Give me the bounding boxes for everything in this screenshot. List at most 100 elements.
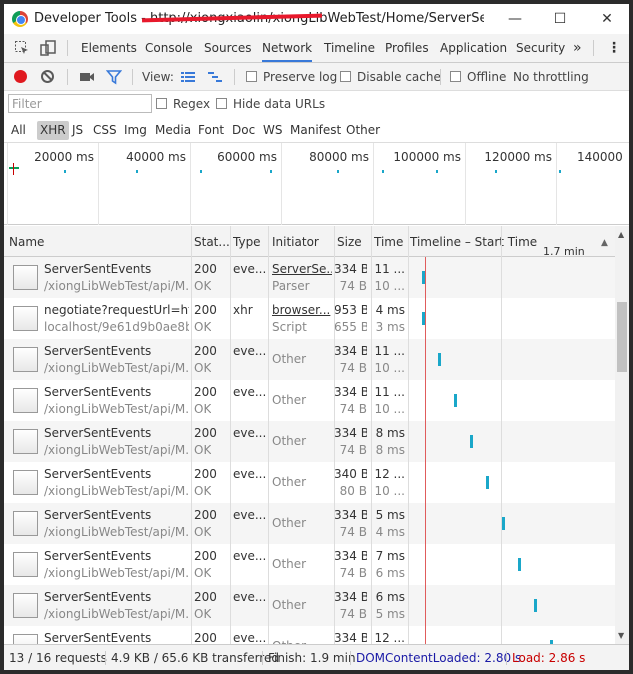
preserve-log-checkbox[interactable] (246, 71, 257, 82)
status-text: OK (194, 566, 212, 580)
size-content: 74 B (339, 402, 367, 416)
size-transferred: 334 B (334, 426, 367, 440)
table-row[interactable]: ServerSentEvents/xiongLibWebTest/api/M..… (4, 421, 615, 462)
status-code: 200 (194, 508, 217, 522)
type-font[interactable]: Font (195, 121, 227, 140)
type-img[interactable]: Img (121, 121, 150, 140)
request-type: eve... (233, 426, 266, 440)
clear-button[interactable] (41, 70, 54, 83)
column-header-size[interactable]: Size (337, 235, 362, 249)
type-all[interactable]: All (8, 121, 29, 140)
column-header-type[interactable]: Type (233, 235, 261, 249)
large-rows-icon[interactable] (180, 69, 196, 85)
table-row[interactable]: ServerSentEvents/xiongLibWebTest/api/M..… (4, 380, 615, 421)
time-latency: 5 ms (375, 607, 405, 621)
time-total: 7 ms (375, 549, 405, 563)
time-latency: 8 ms (375, 443, 405, 457)
tab-console[interactable]: Console (145, 34, 193, 62)
regex-checkbox[interactable] (156, 98, 167, 109)
overview-grid-line (98, 143, 99, 225)
table-row[interactable]: ServerSentEvents/xiongLibWebTest/api/M..… (4, 544, 615, 585)
dom-content-loaded-time: DOMContentLoaded: 2.80 s (356, 651, 522, 665)
time-latency: 10 ... (374, 484, 405, 498)
table-row[interactable]: ServerSentEvents/xiongLibWebTest/api/M..… (4, 503, 615, 544)
more-tabs-button[interactable]: » (573, 34, 582, 62)
type-manifest[interactable]: Manifest (287, 121, 344, 140)
overview-tick-label: 80000 ms (309, 150, 369, 164)
column-header-status[interactable]: Stat... (194, 235, 230, 249)
tab-application[interactable]: Application (440, 34, 507, 62)
column-header-name[interactable]: Name (9, 235, 44, 249)
table-row[interactable]: ServerSentEvents/xiongLibWebTest/api/M..… (4, 257, 615, 298)
table-row[interactable]: ServerSentEvents/xiongLibWebTest/api/M..… (4, 462, 615, 503)
timeline-bar (486, 476, 489, 489)
type-js[interactable]: JS (69, 121, 86, 140)
overview-tick-label: 20000 ms (34, 150, 94, 164)
customize-menu-button[interactable]: ⋮ (607, 34, 621, 62)
time-total: 12 ... (374, 467, 405, 481)
table-row[interactable]: negotiate?requestUrl=ht... localhost/9e61… (4, 298, 615, 339)
type-other[interactable]: Other (343, 121, 383, 140)
overview-request-mark (64, 170, 66, 173)
overview-request-mark (337, 170, 339, 173)
divider (67, 40, 68, 56)
request-path: /xiongLibWebTest/api/M... (44, 525, 189, 539)
filter-icon[interactable] (105, 69, 123, 85)
network-overview[interactable]: 20000 ms 40000 ms 60000 ms 80000 ms 1000… (4, 143, 629, 225)
initiator[interactable]: browser... (272, 303, 332, 317)
divider (234, 69, 235, 85)
size-transferred: 334 B (334, 508, 367, 522)
tab-elements[interactable]: Elements (81, 34, 137, 62)
load-time: Load: 2.86 s (512, 651, 586, 665)
overview-tick-label: 140000 (577, 150, 623, 164)
scroll-down-icon[interactable]: ▼ (618, 631, 624, 640)
minimize-button[interactable]: — (504, 8, 526, 30)
type-media[interactable]: Media (152, 121, 194, 140)
overview-request-mark (559, 170, 561, 173)
size-transferred: 334 B (334, 631, 367, 644)
hide-data-urls-checkbox[interactable] (216, 98, 227, 109)
table-row[interactable]: ServerSentEvents/xiongLibWebTest/api/M..… (4, 626, 615, 644)
size-content: 655 B (334, 320, 367, 334)
sort-ascending-icon[interactable]: ▲ (601, 238, 608, 248)
type-ws[interactable]: WS (260, 121, 285, 140)
tab-sources[interactable]: Sources (204, 34, 251, 62)
offline-checkbox[interactable] (450, 71, 461, 82)
disable-cache-checkbox[interactable] (340, 71, 351, 82)
capture-screenshots-icon[interactable] (79, 69, 95, 85)
initiator[interactable]: ServerSe... (272, 262, 332, 276)
record-button[interactable] (14, 70, 27, 83)
column-divider (371, 226, 372, 644)
overview-waterfall-icon[interactable] (207, 69, 223, 85)
close-button[interactable]: ✕ (596, 8, 618, 30)
scrollbar-thumb[interactable] (617, 302, 627, 372)
status-code: 200 (194, 590, 217, 604)
column-header-time[interactable]: Time (374, 235, 403, 249)
size-transferred: 334 B (334, 549, 367, 563)
type-css[interactable]: CSS (90, 121, 120, 140)
vertical-scrollbar[interactable]: ▲ ▼ (615, 226, 629, 644)
inspect-element-icon[interactable] (14, 40, 30, 56)
tab-network[interactable]: Network (262, 34, 313, 62)
initiator: Other (272, 352, 307, 366)
overview-tick-label: 40000 ms (126, 150, 186, 164)
device-toolbar-icon[interactable] (40, 40, 56, 56)
column-header-initiator[interactable]: Initiator (272, 235, 319, 249)
filter-input[interactable] (8, 94, 152, 113)
overview-grid-line (7, 143, 8, 225)
table-row[interactable]: ServerSentEvents/xiongLibWebTest/api/M..… (4, 585, 615, 626)
table-row[interactable]: ServerSentEvents/xiongLibWebTest/api/M..… (4, 339, 615, 380)
chrome-logo-icon (12, 11, 28, 27)
type-doc[interactable]: Doc (229, 121, 258, 140)
initiator: Other (272, 598, 307, 612)
hide-data-urls-label: Hide data URLs (233, 97, 326, 111)
tab-security[interactable]: Security (516, 34, 565, 62)
scroll-up-icon[interactable]: ▲ (618, 230, 624, 239)
throttling-select[interactable]: No throttling (513, 63, 589, 91)
type-xhr[interactable]: XHR (37, 121, 69, 140)
tab-timeline[interactable]: Timeline (324, 34, 375, 62)
maximize-button[interactable]: ☐ (549, 8, 571, 30)
timeline-bar (534, 599, 537, 612)
tab-profiles[interactable]: Profiles (385, 34, 429, 62)
offline-label: Offline (467, 70, 507, 84)
